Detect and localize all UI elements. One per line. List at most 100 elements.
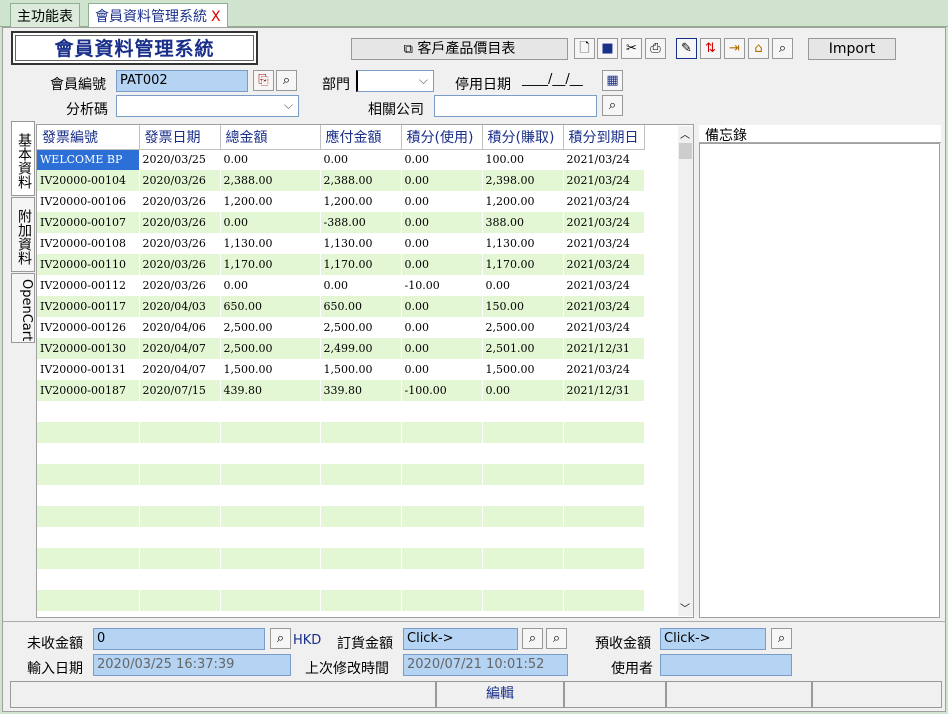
- table-cell[interactable]: 0.00: [401, 296, 483, 317]
- table-cell[interactable]: WELCOME BP: [37, 149, 140, 170]
- table-cell[interactable]: 2,500.00: [220, 338, 321, 359]
- table-cell[interactable]: 2021/12/31: [563, 338, 645, 359]
- table-cell[interactable]: [37, 506, 140, 527]
- table-row[interactable]: [37, 527, 645, 548]
- table-cell[interactable]: [220, 590, 321, 611]
- table-cell[interactable]: IV20000-00110: [37, 254, 140, 275]
- table-cell[interactable]: [401, 569, 483, 590]
- side-tab-opencart[interactable]: OpenCart: [11, 273, 35, 343]
- tab-member-management[interactable]: 會員資料管理系統 X: [88, 3, 228, 27]
- table-cell[interactable]: IV20000-00107: [37, 212, 140, 233]
- table-cell[interactable]: 0.00: [320, 275, 402, 296]
- table-cell[interactable]: [401, 548, 483, 569]
- table-cell[interactable]: -10.00: [401, 275, 483, 296]
- table-cell[interactable]: 0.00: [401, 359, 483, 380]
- table-cell[interactable]: [220, 527, 321, 548]
- table-cell[interactable]: [563, 506, 645, 527]
- table-cell[interactable]: [139, 401, 221, 422]
- table-cell[interactable]: 1,200.00: [220, 191, 321, 212]
- table-cell[interactable]: IV20000-00104: [37, 170, 140, 191]
- table-cell[interactable]: 1,200.00: [482, 191, 564, 212]
- table-cell[interactable]: [401, 443, 483, 464]
- order-search-icon[interactable]: ⌕: [522, 628, 543, 649]
- col-header[interactable]: 積分到期日: [563, 125, 645, 150]
- table-cell[interactable]: [482, 443, 564, 464]
- table-cell[interactable]: [37, 590, 140, 611]
- table-cell[interactable]: 2021/03/24: [563, 212, 645, 233]
- print-icon[interactable]: ⎙: [645, 38, 666, 59]
- table-cell[interactable]: 2020/03/26: [139, 170, 221, 191]
- scroll-thumb[interactable]: [679, 143, 692, 159]
- table-cell[interactable]: [563, 569, 645, 590]
- table-cell[interactable]: [401, 590, 483, 611]
- table-cell[interactable]: [401, 401, 483, 422]
- table-cell[interactable]: 2,388.00: [220, 170, 321, 191]
- table-cell[interactable]: [563, 590, 645, 611]
- table-cell[interactable]: -388.00: [320, 212, 402, 233]
- table-cell[interactable]: [37, 485, 140, 506]
- table-cell[interactable]: 1,500.00: [482, 359, 564, 380]
- table-cell[interactable]: [37, 401, 140, 422]
- table-row[interactable]: IV20000-00106 2020/03/26 1,200.00 1,200.00 0…: [37, 191, 645, 212]
- table-cell[interactable]: 0.00: [220, 212, 321, 233]
- table-cell[interactable]: [563, 464, 645, 485]
- import-button[interactable]: Import: [808, 38, 896, 60]
- table-cell[interactable]: [139, 527, 221, 548]
- table-cell[interactable]: 2,500.00: [482, 317, 564, 338]
- table-cell[interactable]: 1,500.00: [220, 359, 321, 380]
- table-cell[interactable]: 2021/03/24: [563, 191, 645, 212]
- table-cell[interactable]: 2,499.00: [320, 338, 402, 359]
- table-cell[interactable]: 1,170.00: [320, 254, 402, 275]
- table-cell[interactable]: [220, 422, 321, 443]
- grid-scrollbar[interactable]: ︿ ﹀: [678, 126, 693, 616]
- table-cell[interactable]: 0.00: [401, 212, 483, 233]
- prepaid-input[interactable]: Click->: [660, 628, 766, 650]
- table-cell[interactable]: [320, 443, 402, 464]
- table-cell[interactable]: [401, 527, 483, 548]
- table-cell[interactable]: 0.00: [482, 275, 564, 296]
- table-cell[interactable]: [401, 506, 483, 527]
- table-row[interactable]: [37, 464, 645, 485]
- table-cell[interactable]: [220, 548, 321, 569]
- search-help-icon[interactable]: ⌕: [772, 38, 793, 59]
- memo-textarea[interactable]: [699, 143, 940, 618]
- table-cell[interactable]: IV20000-00117: [37, 296, 140, 317]
- table-cell[interactable]: 2021/03/24: [563, 254, 645, 275]
- table-cell[interactable]: 0.00: [220, 149, 321, 170]
- table-cell[interactable]: 339.80: [320, 380, 402, 401]
- table-row[interactable]: [37, 401, 645, 422]
- new-file-icon[interactable]: 🗋: [574, 38, 595, 59]
- table-cell[interactable]: 2020/04/03: [139, 296, 221, 317]
- table-cell[interactable]: [482, 548, 564, 569]
- table-cell[interactable]: [482, 485, 564, 506]
- table-cell[interactable]: 2020/03/26: [139, 254, 221, 275]
- table-cell[interactable]: IV20000-00131: [37, 359, 140, 380]
- table-cell[interactable]: 650.00: [220, 296, 321, 317]
- side-tab-basic[interactable]: 基本資料: [11, 121, 35, 196]
- exit-icon[interactable]: ⇥: [724, 38, 745, 59]
- table-cell[interactable]: [320, 485, 402, 506]
- related-search-icon[interactable]: ⌕: [602, 95, 623, 116]
- table-row[interactable]: IV20000-00117 2020/04/03 650.00 650.00 0.00 1…: [37, 296, 645, 317]
- table-cell[interactable]: [320, 401, 402, 422]
- table-cell[interactable]: [401, 485, 483, 506]
- table-cell[interactable]: 0.00: [320, 149, 402, 170]
- table-cell[interactable]: [139, 569, 221, 590]
- table-row[interactable]: IV20000-00112 2020/03/26 0.00 0.00 -10.00 0.0…: [37, 275, 645, 296]
- table-cell[interactable]: 1,200.00: [320, 191, 402, 212]
- table-cell[interactable]: [37, 464, 140, 485]
- calendar-icon[interactable]: ▦: [602, 70, 623, 91]
- refresh-icon[interactable]: ⇅: [700, 38, 721, 59]
- col-header[interactable]: 積分(賺取): [482, 125, 564, 150]
- table-cell[interactable]: [563, 527, 645, 548]
- table-cell[interactable]: 2020/03/26: [139, 212, 221, 233]
- col-header[interactable]: 總金額: [220, 125, 321, 150]
- table-cell[interactable]: 439.80: [220, 380, 321, 401]
- table-cell[interactable]: [563, 548, 645, 569]
- table-cell[interactable]: 2020/04/07: [139, 359, 221, 380]
- table-cell[interactable]: [401, 422, 483, 443]
- table-cell[interactable]: 2021/12/31: [563, 380, 645, 401]
- table-row[interactable]: IV20000-00131 2020/04/07 1,500.00 1,500.00 0…: [37, 359, 645, 380]
- table-cell[interactable]: 2021/03/24: [563, 317, 645, 338]
- table-cell[interactable]: IV20000-00108: [37, 233, 140, 254]
